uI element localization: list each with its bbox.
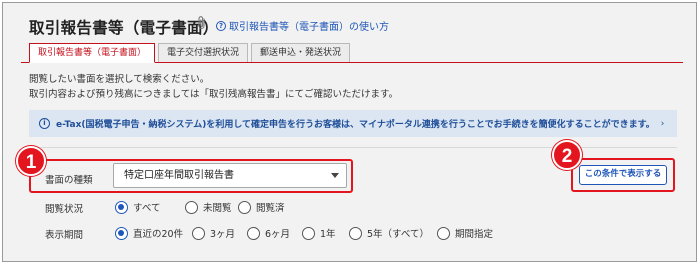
info-icon: i bbox=[39, 118, 50, 129]
radio-button-icon bbox=[247, 226, 260, 240]
document-type-value: 特定口座年間取引報告書 bbox=[124, 170, 234, 181]
etax-notice-banner[interactable]: i e-Tax(国税電子申告・納税システム)を利用して確定申告を行うお客様は、マ… bbox=[29, 110, 677, 137]
radio-read[interactable]: 閲覧済 bbox=[238, 200, 285, 214]
radio-latest-20[interactable]: 直近の20件 bbox=[115, 226, 192, 240]
radio-button-icon bbox=[185, 200, 198, 214]
description: 閲覧したい書面を選択して検索ください。 取引内容および預り残高につきましては「取… bbox=[29, 72, 398, 102]
radio-label: 3ヶ月 bbox=[210, 229, 236, 240]
radio-button-icon bbox=[349, 226, 362, 240]
radio-label: すべて bbox=[133, 203, 161, 214]
radio-button-icon bbox=[192, 226, 205, 240]
tab-electronic-delivery-status[interactable]: 電子交付選択状況 bbox=[158, 43, 249, 63]
read-status-label: 閲覧状況 bbox=[45, 204, 84, 215]
tab-bar: 取引報告書等（電子書面） 電子交付選択状況 郵送申込・発送状況 bbox=[29, 43, 353, 63]
radio-label: 直近の20件 bbox=[133, 229, 184, 240]
help-link[interactable]: ? 取引報告書等（電子書面）の使い方 bbox=[216, 18, 389, 33]
tab-mail-status[interactable]: 郵送申込・発送状況 bbox=[251, 43, 351, 63]
radio-read-all[interactable]: すべて bbox=[115, 200, 185, 214]
radio-label: 1年 bbox=[320, 229, 336, 240]
radio-label: 5年（すべて） bbox=[367, 229, 429, 240]
radio-button-icon bbox=[302, 226, 315, 240]
radio-label: 未閲覧 bbox=[203, 203, 232, 214]
document-type-select[interactable]: 特定口座年間取引報告書 bbox=[113, 163, 347, 188]
radio-label: 6ヶ月 bbox=[265, 229, 291, 240]
radio-button-icon bbox=[115, 200, 128, 214]
search-button[interactable]: この条件で表示する bbox=[579, 165, 667, 185]
chevron-right-icon: › bbox=[660, 118, 665, 129]
radio-1-year[interactable]: 1年 bbox=[302, 226, 349, 240]
description-line-2: 取引内容および預り残高につきましては「取引残高報告書」にてご確認いただけます。 bbox=[29, 89, 399, 100]
radio-button-icon bbox=[238, 200, 251, 214]
radio-label: 閲覧済 bbox=[256, 203, 285, 214]
step-badge-1: 1 bbox=[16, 146, 46, 176]
tab-electronic-documents[interactable]: 取引報告書等（電子書面） bbox=[29, 43, 156, 63]
document-type-label: 書面の種類 bbox=[45, 175, 93, 186]
radio-5-years[interactable]: 5年（すべて） bbox=[349, 226, 437, 240]
period-label: 表示期間 bbox=[45, 230, 84, 241]
radio-6-months[interactable]: 6ヶ月 bbox=[247, 226, 302, 240]
radio-button-icon bbox=[437, 226, 450, 240]
page-title: 取引報告書等（電子書面） bbox=[29, 19, 219, 37]
screenshot-frame: 取引報告書等（電子書面） ? 取引報告書等（電子書面）の使い方 取引報告書等（電… bbox=[2, 2, 697, 262]
radio-label: 期間指定 bbox=[455, 229, 494, 240]
period-group: 直近の20件 3ヶ月 6ヶ月 1年 5年（すべて） 期間指定 bbox=[115, 226, 493, 240]
radio-custom-period[interactable]: 期間指定 bbox=[437, 226, 493, 240]
question-icon: ? bbox=[216, 20, 226, 31]
dropdown-arrow-icon bbox=[331, 173, 339, 178]
radio-button-icon bbox=[115, 226, 128, 240]
help-link-label: 取引報告書等（電子書面）の使い方 bbox=[229, 22, 389, 33]
step-badge-2: 2 bbox=[552, 140, 582, 170]
read-status-group: すべて 未閲覧 閲覧済 bbox=[115, 200, 285, 214]
paperclip-icon bbox=[198, 16, 205, 30]
radio-3-months[interactable]: 3ヶ月 bbox=[192, 226, 247, 240]
description-line-1: 閲覧したい書面を選択して検索ください。 bbox=[29, 74, 210, 85]
radio-unread[interactable]: 未閲覧 bbox=[185, 200, 238, 214]
notice-text: e-Tax(国税電子申告・納税システム)を利用して確定申告を行うお客様は、マイナ… bbox=[56, 120, 655, 130]
